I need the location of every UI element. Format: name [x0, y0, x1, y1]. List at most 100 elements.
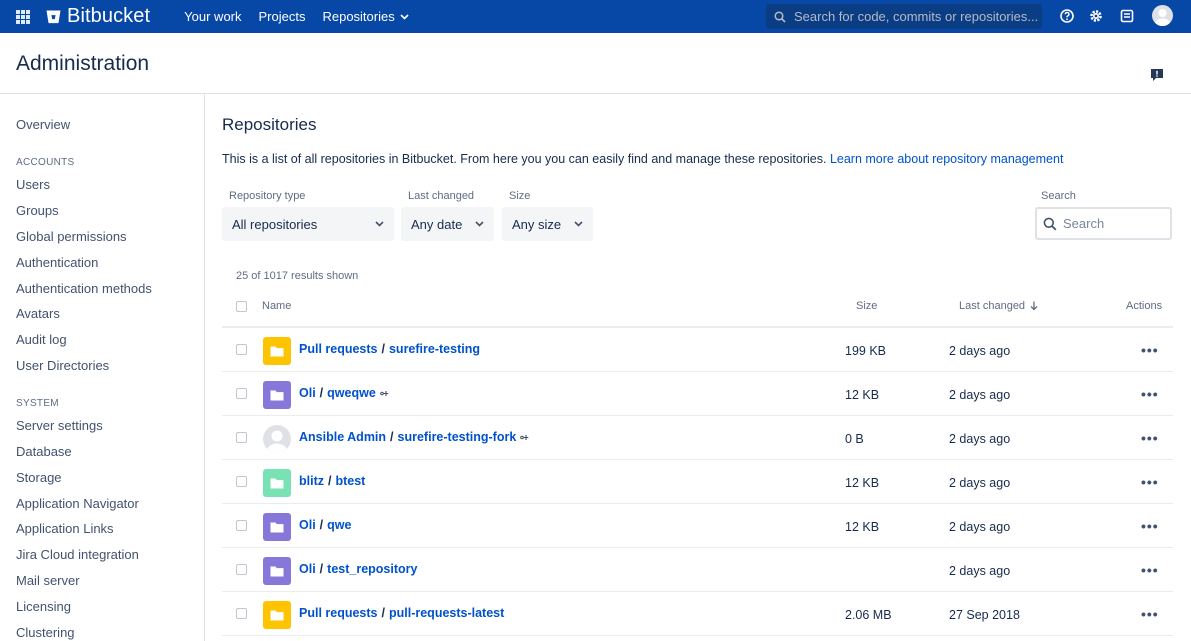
- nav-repositories[interactable]: Repositories: [322, 9, 409, 24]
- repository-last-changed: 27 Sep 2018: [949, 608, 1020, 622]
- learn-more-link[interactable]: Learn more about repository management: [830, 152, 1063, 166]
- bitbucket-logo-icon: [46, 9, 61, 23]
- row-actions-button[interactable]: •••: [1141, 518, 1159, 534]
- repository-search-input[interactable]: Search: [1035, 207, 1172, 240]
- sidebar-item-licensing[interactable]: Licensing: [16, 599, 71, 614]
- fork-icon: [520, 434, 529, 440]
- feedback-icon[interactable]: [1150, 68, 1164, 82]
- sidebar-item-application-navigator[interactable]: Application Navigator: [16, 496, 139, 511]
- table-row[interactable]: blitz / btest 12 KB 2 days ago •••: [222, 460, 1173, 504]
- row-actions-button[interactable]: •••: [1141, 474, 1159, 490]
- project-link[interactable]: Pull requests: [299, 342, 378, 356]
- repository-name: blitz / btest: [299, 474, 365, 488]
- last-changed-select[interactable]: Any date: [401, 207, 494, 241]
- project-link[interactable]: blitz: [299, 474, 324, 488]
- repository-last-changed: 2 days ago: [949, 432, 1011, 446]
- path-separator: /: [328, 474, 332, 488]
- sidebar-item-overview[interactable]: Overview: [16, 117, 70, 132]
- select-all-checkbox[interactable]: [236, 301, 247, 312]
- repository-avatar: [263, 469, 291, 497]
- sidebar-item-authentication[interactable]: Authentication: [16, 255, 98, 270]
- repository-link[interactable]: surefire-testing-fork: [398, 430, 517, 444]
- repository-last-changed: 2 days ago: [949, 520, 1011, 534]
- project-link[interactable]: Oli: [299, 562, 316, 576]
- sidebar-item-mail-server[interactable]: Mail server: [16, 573, 80, 588]
- column-header-name[interactable]: Name: [262, 300, 291, 312]
- project-link[interactable]: Oli: [299, 386, 316, 400]
- global-search-input[interactable]: Search for code, commits or repositories…: [766, 4, 1042, 29]
- repository-size: 12 KB: [845, 476, 880, 490]
- repository-link[interactable]: qweqwe: [327, 386, 376, 400]
- notifications-icon[interactable]: [1119, 8, 1135, 24]
- row-actions-button[interactable]: •••: [1141, 386, 1159, 402]
- column-header-actions: Actions: [1126, 300, 1163, 312]
- sidebar-item-authentication-methods[interactable]: Authentication methods: [16, 281, 152, 296]
- row-checkbox[interactable]: [236, 520, 247, 531]
- help-icon[interactable]: [1059, 8, 1075, 24]
- avatar-icon: [267, 430, 287, 453]
- sidebar-item-jira-cloud-integration[interactable]: Jira Cloud integration: [16, 547, 139, 562]
- column-header-last-changed[interactable]: Last changed: [959, 300, 1038, 312]
- sidebar-item-global-permissions[interactable]: Global permissions: [16, 229, 127, 244]
- sidebar-item-database[interactable]: Database: [16, 444, 72, 459]
- app-switcher-icon[interactable]: [16, 9, 30, 24]
- sidebar-item-users[interactable]: Users: [16, 177, 50, 192]
- repository-link[interactable]: btest: [335, 474, 365, 488]
- table-row[interactable]: Oli / test_repository 2 days ago •••: [222, 548, 1173, 592]
- repository-avatar: [263, 557, 291, 585]
- chevron-down-icon: [574, 221, 583, 227]
- row-checkbox[interactable]: [236, 388, 247, 399]
- gear-icon[interactable]: [1088, 8, 1104, 24]
- row-checkbox[interactable]: [236, 344, 247, 355]
- table-row[interactable]: Oli / qweqwe 12 KB 2 days ago •••: [222, 372, 1173, 416]
- row-checkbox[interactable]: [236, 476, 247, 487]
- project-link[interactable]: Ansible Admin: [299, 430, 386, 444]
- sidebar-item-audit-log[interactable]: Audit log: [16, 332, 67, 347]
- size-select[interactable]: Any size: [502, 207, 593, 241]
- repository-avatar: [263, 425, 291, 453]
- sidebar-item-server-settings[interactable]: Server settings: [16, 418, 103, 433]
- sidebar-item-groups[interactable]: Groups: [16, 203, 59, 218]
- description-text: This is a list of all repositories in Bi…: [222, 152, 827, 166]
- project-link[interactable]: Oli: [299, 518, 316, 532]
- project-link[interactable]: Pull requests: [299, 606, 378, 620]
- folder-icon: [270, 610, 284, 621]
- user-avatar[interactable]: [1152, 5, 1173, 26]
- repository-avatar: [263, 601, 291, 629]
- column-header-size[interactable]: Size: [856, 300, 877, 312]
- nav-projects[interactable]: Projects: [259, 9, 306, 24]
- table-row[interactable]: Pull requests / surefire-testing 199 KB 2 da…: [222, 328, 1173, 372]
- repository-name: Oli / qweqwe: [299, 386, 389, 400]
- chevron-down-icon: [475, 221, 484, 227]
- global-search-placeholder: Search for code, commits or repositories…: [794, 9, 1039, 24]
- sort-descending-icon: [1030, 301, 1038, 311]
- sidebar-item-avatars[interactable]: Avatars: [16, 306, 60, 321]
- nav-your-work[interactable]: Your work: [184, 9, 241, 24]
- sidebar-item-clustering[interactable]: Clustering: [16, 625, 75, 640]
- folder-icon: [270, 522, 284, 533]
- row-checkbox[interactable]: [236, 564, 247, 575]
- fork-icon: [379, 390, 389, 396]
- repository-name: Pull requests / surefire-testing: [299, 342, 480, 356]
- repository-link[interactable]: qwe: [327, 518, 351, 532]
- repository-link[interactable]: pull-requests-latest: [389, 606, 504, 620]
- row-checkbox[interactable]: [236, 608, 247, 619]
- path-separator: /: [381, 606, 385, 620]
- repository-type-select[interactable]: All repositories: [222, 207, 394, 241]
- folder-icon: [270, 478, 284, 489]
- row-actions-button[interactable]: •••: [1141, 562, 1159, 578]
- table-row[interactable]: Ansible Admin / surefire-testing-fork 0 B 2 …: [222, 416, 1173, 460]
- table-row[interactable]: Oli / qwe 12 KB 2 days ago •••: [222, 504, 1173, 548]
- sidebar-item-user-directories[interactable]: User Directories: [16, 358, 109, 373]
- repository-link[interactable]: surefire-testing: [389, 342, 480, 356]
- table-row[interactable]: Pull requests / pull-requests-latest 2.06 M…: [222, 592, 1173, 636]
- row-actions-button[interactable]: •••: [1141, 342, 1159, 358]
- row-checkbox[interactable]: [236, 432, 247, 443]
- repository-link[interactable]: test_repository: [327, 562, 417, 576]
- row-actions-button[interactable]: •••: [1141, 606, 1159, 622]
- row-actions-button[interactable]: •••: [1141, 430, 1159, 446]
- sidebar-item-application-links[interactable]: Application Links: [16, 521, 114, 536]
- page-header: Administration: [0, 33, 1191, 94]
- sidebar-item-storage[interactable]: Storage: [16, 470, 62, 485]
- bitbucket-logo[interactable]: Bitbucket: [46, 5, 150, 28]
